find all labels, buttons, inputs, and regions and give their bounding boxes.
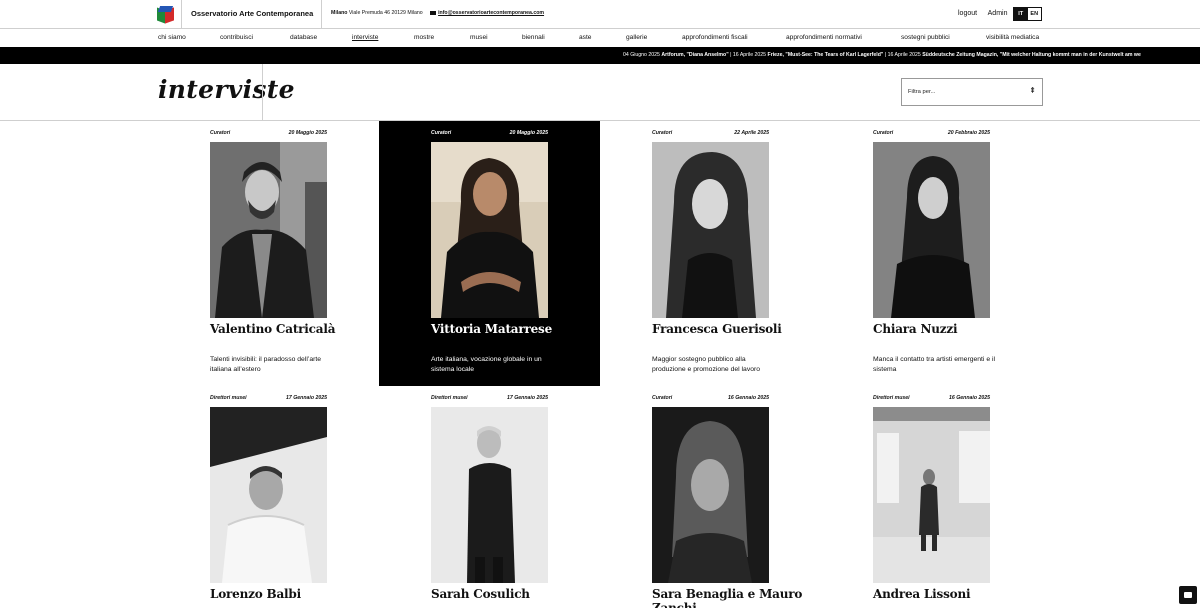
card-description: Talenti invisibili: il paradosso dell’ar… [210,356,322,373]
nav-item-contribuisci[interactable]: contribuisci [220,34,253,41]
nav-item-aste[interactable]: aste [579,34,591,41]
portrait-image [210,142,327,318]
logo-link[interactable] [151,0,182,29]
card-date: 20 Maggio 2025 [509,130,548,136]
interview-card[interactable]: Curatori 20 Maggio 2025 Valentino Catrica… [179,121,400,386]
card-date: 16 Gennaio 2025 [728,395,769,401]
portrait-image [652,407,769,583]
ticker-date: | 16 Aprile 2025 [730,52,767,58]
interview-card-highlighted[interactable]: Curatori 20 Maggio 2025 Vittoria Matarres… [379,121,600,386]
portrait-image [873,142,990,318]
ticker-date: 04 Giugno 2025 [623,52,660,58]
portrait-image [431,407,548,583]
page-title: interviste [158,75,295,104]
card-category: Curatori [652,130,673,136]
lang-it-button[interactable]: IT [1014,8,1028,20]
nav-item-biennali[interactable]: biennali [522,34,545,41]
ticker-text: 04 Giugno 2025 Artforum, "Diana Anselmo"… [623,52,1141,58]
sort-icon: ⇞ [1029,86,1036,95]
card-meta: Direttori musei 17 Gennaio 2025 [210,395,327,401]
card-date: 20 Febbraio 2025 [947,130,990,136]
interview-card[interactable]: Direttori musei 16 Gennaio 2025 Andrea Li… [842,386,1063,608]
chat-button[interactable] [1179,586,1197,604]
contact-address: Viale Premuda 46 20129 Milano [348,10,423,16]
card-name[interactable]: Francesca Guerisoli [652,322,812,336]
ticker-link[interactable]: Süddeutsche Zeitung Magazin, "Mit welche… [922,52,1141,58]
page-header: interviste Filtra per... ⇞ [0,64,1200,121]
chat-icon [1184,592,1192,598]
envelope-icon [430,10,437,15]
ticker-date: | 16 Aprile 2025 [884,52,921,58]
title-divider [262,64,263,120]
nav-item-interviste[interactable]: interviste [352,34,378,41]
email-link[interactable]: info@osservatorioartecontemporanea.com [430,10,544,16]
card-category: Curatori [210,130,231,136]
interview-card[interactable]: Direttori musei 17 Gennaio 2025 Lorenzo B… [179,386,400,608]
interview-card[interactable]: Direttori musei 17 Gennaio 2025 Sarah Cos… [400,386,621,608]
card-category: Curatori [652,395,673,401]
card-meta: Direttori musei 17 Gennaio 2025 [431,395,548,401]
card-name[interactable]: Chiara Nuzzi [873,322,1033,336]
card-name[interactable]: Sara Benaglia e Mauro Zanchi [652,587,812,608]
card-description: Arte italiana, vocazione globale in un s… [431,356,542,373]
card-category: Direttori musei [431,395,468,401]
card-category: Direttori musei [873,395,910,401]
card-meta: Curatori 20 Maggio 2025 [210,130,327,136]
card-date: 20 Maggio 2025 [288,130,327,136]
card-meta: Curatori 22 Aprile 2025 [652,130,769,136]
interview-card[interactable]: Curatori 16 Gennaio 2025 Sara Benaglia e … [621,386,842,608]
card-description: Maggior sostegno pubblico alla produzion… [652,356,761,373]
language-switcher: IT EN [1013,7,1042,21]
card-meta: Curatori 20 Febbraio 2025 [873,130,990,136]
ticker-link[interactable]: Frieze, "Must-See: The Tears of Karl Lag… [768,52,884,58]
interview-card[interactable]: Curatori 20 Febbraio 2025 Chiara Nuzzi Ma… [842,121,1063,386]
nav-item-database[interactable]: database [290,34,317,41]
card-description: Manca il contatto tra artisti emergenti … [873,356,996,373]
site-name[interactable]: Osservatorio Arte Contemporanea [191,9,313,18]
contact-info: Milano Viale Premuda 46 20129 Milano inf… [331,10,544,16]
card-meta: Direttori musei 16 Gennaio 2025 [873,395,990,401]
nav-item-chi-siamo[interactable]: chi siamo [158,34,186,41]
nav-item-approfondimenti-fiscali[interactable]: approfondimenti fiscali [682,34,748,41]
nav-item-sostegni-pubblici[interactable]: sostegni pubblici [901,34,950,41]
user-links: logout Admin [958,10,1016,17]
site-logo [157,5,175,24]
main-nav: chi siamo contribuisci database intervis… [0,29,1200,47]
top-header: Osservatorio Arte Contemporanea Milano V… [0,0,1200,29]
card-category: Curatori [873,130,894,136]
news-ticker: 04 Giugno 2025 Artforum, "Diana Anselmo"… [0,47,1200,64]
card-date: 22 Aprile 2025 [734,130,769,136]
admin-link[interactable]: Admin [988,10,1008,17]
portrait-image [431,142,548,318]
portrait-image [873,407,990,583]
portrait-image [210,407,327,583]
card-name[interactable]: Andrea Lissoni [873,587,1033,601]
card-meta: Curatori 16 Gennaio 2025 [652,395,769,401]
nav-item-mostre[interactable]: mostre [414,34,434,41]
email-address: info@osservatorioartecontemporanea.com [438,10,545,16]
interview-card[interactable]: Curatori 22 Aprile 2025 Francesca Gueriso… [621,121,842,386]
ticker-link[interactable]: Artforum, "Diana Anselmo" [661,52,728,58]
card-date: 17 Gennaio 2025 [507,395,548,401]
card-date: 16 Gennaio 2025 [949,395,990,401]
lang-en-button[interactable]: EN [1028,8,1042,20]
filter-select[interactable]: Filtra per... ⇞ [901,78,1043,106]
logout-link[interactable]: logout [958,10,977,17]
nav-item-visibilita-mediatica[interactable]: visibilità mediatica [986,34,1039,41]
contact-city: Milano [331,10,348,16]
card-name[interactable]: Sarah Cosulich [431,587,591,601]
nav-item-approfondimenti-normativi[interactable]: approfondimenti normativi [786,34,862,41]
card-date: 17 Gennaio 2025 [286,395,327,401]
nav-item-musei[interactable]: musei [470,34,488,41]
portrait-image [652,142,769,318]
card-category: Direttori musei [210,395,247,401]
card-meta: Curatori 20 Maggio 2025 [431,130,548,136]
card-name[interactable]: Vittoria Matarrese [431,322,591,336]
filter-placeholder: Filtra per... [908,89,936,95]
header-divider [321,0,322,29]
card-name[interactable]: Valentino Catricalà [210,322,370,336]
nav-item-gallerie[interactable]: gallerie [626,34,647,41]
card-name[interactable]: Lorenzo Balbi [210,587,370,601]
card-category: Curatori [431,130,452,136]
